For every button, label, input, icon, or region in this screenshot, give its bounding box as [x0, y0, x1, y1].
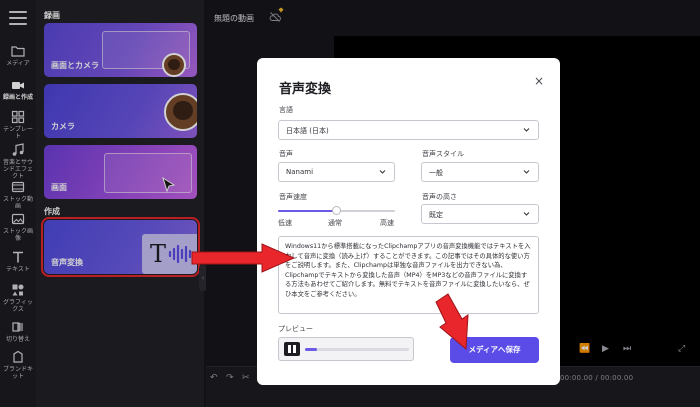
voice-style-value: 一般 — [429, 169, 443, 177]
voice-value: Nanami — [286, 168, 314, 176]
speech-text-input[interactable]: Windows11から標準搭載になったClipchampアプリの音声変換機能では… — [278, 236, 539, 314]
chevron-down-icon — [523, 212, 530, 216]
voice-style-label: 音声スタイル — [422, 150, 464, 158]
speed-tick-slow: 低速 — [278, 219, 292, 227]
preview-progress[interactable] — [305, 348, 409, 351]
text-to-speech-dialog: 音声変換 × 言語 日本語 (日本) 音声 Nanami 音声スタイル 一般 音… — [257, 58, 560, 385]
voice-label: 音声 — [279, 150, 293, 158]
chevron-down-icon — [379, 170, 386, 174]
preview-label: プレビュー — [278, 325, 313, 333]
speed-slider-thumb[interactable] — [332, 206, 341, 215]
speed-tick-fast: 高速 — [380, 219, 394, 227]
pitch-select[interactable]: 既定 — [421, 204, 539, 224]
language-select[interactable]: 日本語 (日本) — [278, 120, 539, 140]
preview-progress-fill — [305, 348, 318, 351]
pause-icon[interactable] — [284, 342, 300, 356]
voice-select[interactable]: Nanami — [278, 162, 395, 182]
speed-slider-fill — [278, 210, 337, 212]
pitch-label: 音声の高さ — [422, 193, 457, 201]
save-to-media-button[interactable]: メディアへ保存 — [450, 337, 539, 363]
speed-tick-normal: 通常 — [328, 219, 342, 227]
close-icon[interactable]: × — [534, 74, 544, 88]
preview-player — [278, 337, 414, 361]
pitch-value: 既定 — [429, 211, 443, 219]
language-label: 言語 — [279, 106, 293, 114]
chevron-down-icon — [523, 128, 530, 132]
dialog-title: 音声変換 — [279, 82, 332, 97]
speed-label: 音声速度 — [279, 193, 307, 201]
voice-style-select[interactable]: 一般 — [421, 162, 539, 182]
app-window: メディア 録画と作成 テンプレー ト 音楽とサウ ンドエフェ クト ストック動 … — [0, 0, 700, 407]
language-value: 日本語 (日本) — [286, 127, 329, 135]
chevron-down-icon — [523, 170, 530, 174]
